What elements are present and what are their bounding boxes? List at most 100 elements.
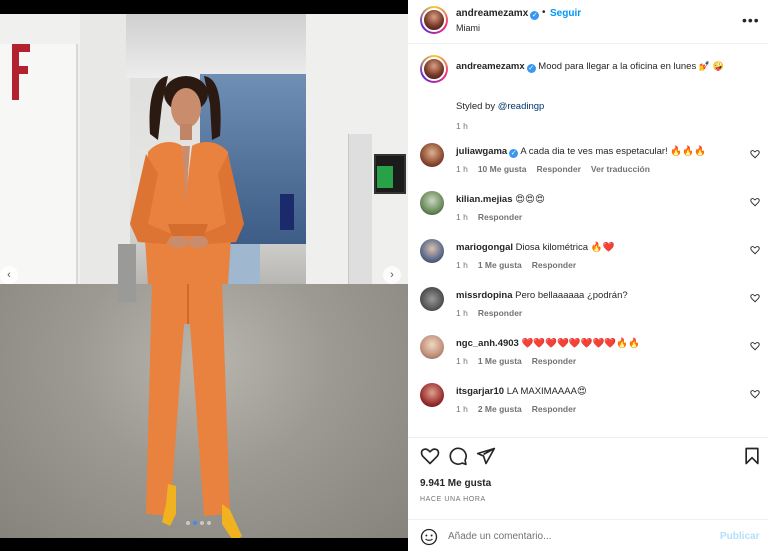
avatar[interactable] [420, 335, 444, 359]
avatar[interactable] [420, 191, 444, 215]
post-photo[interactable] [0, 14, 408, 538]
likes-count[interactable]: 9.941 Me gusta [420, 478, 491, 489]
avatar[interactable] [420, 383, 444, 407]
carousel-dot [186, 521, 190, 525]
heart-icon[interactable] [420, 446, 440, 466]
avatar[interactable] [420, 143, 444, 167]
comment-input[interactable] [448, 526, 708, 546]
comment-meta: 1 h 1 Me gusta Responder [456, 260, 586, 270]
translate-button[interactable]: Ver traducción [591, 164, 650, 174]
comment-likes[interactable]: 10 Me gusta [478, 164, 527, 174]
avatar[interactable] [420, 287, 444, 311]
avatar[interactable] [420, 239, 444, 263]
scene-ceiling [126, 14, 306, 78]
comment-username[interactable]: itsgarjar10 [456, 386, 504, 397]
post-actions-bar: 9.941 Me gusta HACE UNA HORA [408, 437, 768, 517]
reply-button[interactable]: Responder [478, 212, 522, 222]
comment-like-heart-icon[interactable] [750, 341, 760, 351]
verified-badge-icon: ✓ [526, 64, 536, 73]
post-timestamp[interactable]: HACE UNA HORA [420, 496, 486, 503]
carousel-indicator [186, 521, 211, 525]
comment-row: juliawgama ✓ A cada dia te ves mas espeta… [420, 143, 760, 187]
styled-by-prefix: Styled by [456, 101, 496, 112]
avatar[interactable] [420, 6, 448, 34]
instagram-post-modal: ‹ › andreamezamx ✓ • Seguir Miami ••• and… [0, 0, 768, 551]
comment-text: A cada dia te ves mas espetacular! 🔥🔥🔥 [520, 146, 706, 157]
reply-button[interactable]: Responder [532, 404, 576, 414]
comment-meta: 1 h 2 Me gusta Responder [456, 404, 586, 414]
reply-button[interactable]: Responder [532, 356, 576, 366]
carousel-prev-button[interactable]: ‹ [0, 266, 18, 284]
caption-username[interactable]: andreamezamx [456, 61, 525, 72]
comment-row: ngc_anh.4903 ❤️❤️❤️❤️❤️❤️❤️❤️🔥🔥 1 h 1 Me g… [420, 335, 760, 379]
comment-time: 1 h [456, 212, 468, 222]
comment-text-block: mariogongal Diosa kilométrica 🔥❤️ [456, 241, 736, 254]
carousel-dot [207, 521, 211, 525]
publish-button[interactable]: Publicar [720, 531, 759, 542]
separator-dot: • [542, 7, 546, 18]
comment-text-block: itsgarjar10 LA MAXIMAAAA😍 [456, 385, 736, 398]
carousel-dot [193, 521, 197, 525]
comment-meta: 1 h Responder [456, 308, 532, 318]
avatar[interactable] [420, 55, 448, 83]
verified-badge-icon: ✓ [509, 149, 519, 158]
comment-likes[interactable]: 2 Me gusta [478, 404, 522, 414]
comments-list[interactable]: andreamezamx ✓ Mood para llegar a la ofic… [408, 45, 768, 437]
comment-row: missrdopina Pero bellaaaaaa ¿podrán? 1 h R… [420, 287, 760, 331]
add-comment-bar: Publicar [408, 519, 768, 551]
comment-like-heart-icon[interactable] [750, 245, 760, 255]
more-options-icon[interactable]: ••• [742, 12, 760, 28]
carousel-dot [200, 521, 204, 525]
comment-username[interactable]: mariogongal [456, 242, 513, 253]
comment-like-heart-icon[interactable] [750, 149, 760, 159]
wall-letter-graphic [12, 44, 30, 100]
comment-time: 1 h [456, 356, 468, 366]
person-figure [130, 76, 244, 538]
comment-text-block: kilian.mejias 😍😍😍 [456, 193, 736, 206]
chevron-left-icon: ‹ [7, 268, 11, 281]
reply-button[interactable]: Responder [532, 260, 576, 270]
comment-username[interactable]: missrdopina [456, 290, 513, 301]
comment-meta: 1 h 1 Me gusta Responder [456, 356, 586, 366]
styled-by-mention[interactable]: @readingp [498, 101, 545, 112]
bookmark-icon[interactable] [742, 446, 762, 466]
comment-username[interactable]: juliawgama [456, 146, 507, 157]
scene-screen [280, 194, 294, 230]
header-username[interactable]: andreamezamx [456, 8, 528, 19]
comment-text: LA MAXIMAAAA😍 [506, 386, 587, 397]
carousel-next-button[interactable]: › [383, 266, 401, 284]
reply-button[interactable]: Responder [478, 308, 522, 318]
caption-text: Mood para llegar a la oficina en lunes [538, 61, 697, 72]
reply-button[interactable]: Responder [536, 164, 580, 174]
caption-emojis: 💅 🤪 [698, 61, 724, 71]
share-icon[interactable] [476, 446, 496, 466]
comment-text: Pero bellaaaaaa ¿podrán? [515, 290, 628, 301]
comment-likes[interactable]: 1 Me gusta [478, 356, 522, 366]
scene-tv-screen [377, 166, 393, 188]
caption-text-block: andreamezamx ✓ Mood para llegar a la ofic… [456, 59, 746, 74]
chevron-right-icon: › [390, 268, 394, 281]
comment-like-heart-icon[interactable] [750, 293, 760, 303]
comment-likes[interactable]: 1 Me gusta [478, 260, 522, 270]
comment-time: 1 h [456, 404, 468, 414]
comment-text-block: ngc_anh.4903 ❤️❤️❤️❤️❤️❤️❤️❤️🔥🔥 [456, 337, 736, 350]
comment-like-heart-icon[interactable] [750, 197, 760, 207]
comment-text: 😍😍😍 [515, 194, 545, 205]
comment-username[interactable]: ngc_anh.4903 [456, 338, 519, 349]
header-username-row: andreamezamx ✓ [456, 8, 540, 20]
comment-row: mariogongal Diosa kilométrica 🔥❤️ 1 h 1 Me… [420, 239, 760, 283]
caption-time: 1 h [456, 121, 468, 131]
comment-text-block: juliawgama ✓ A cada dia te ves mas espeta… [456, 145, 736, 158]
follow-button[interactable]: Seguir [550, 8, 581, 19]
emoji-icon[interactable] [420, 528, 438, 546]
comment-time: 1 h [456, 260, 468, 270]
post-media-pane: ‹ › [0, 0, 408, 551]
comment-meta: 1 h 10 Me gusta Responder Ver traducción [456, 164, 660, 174]
comment-like-heart-icon[interactable] [750, 389, 760, 399]
styled-by-line: Styled by @readingp [456, 101, 544, 112]
comment-row: kilian.mejias 😍😍😍 1 h Responder [420, 191, 760, 235]
comment-text-block: missrdopina Pero bellaaaaaa ¿podrán? [456, 289, 736, 302]
comment-username[interactable]: kilian.mejias [456, 194, 513, 205]
location-link[interactable]: Miami [456, 23, 480, 33]
comment-icon[interactable] [448, 446, 468, 466]
